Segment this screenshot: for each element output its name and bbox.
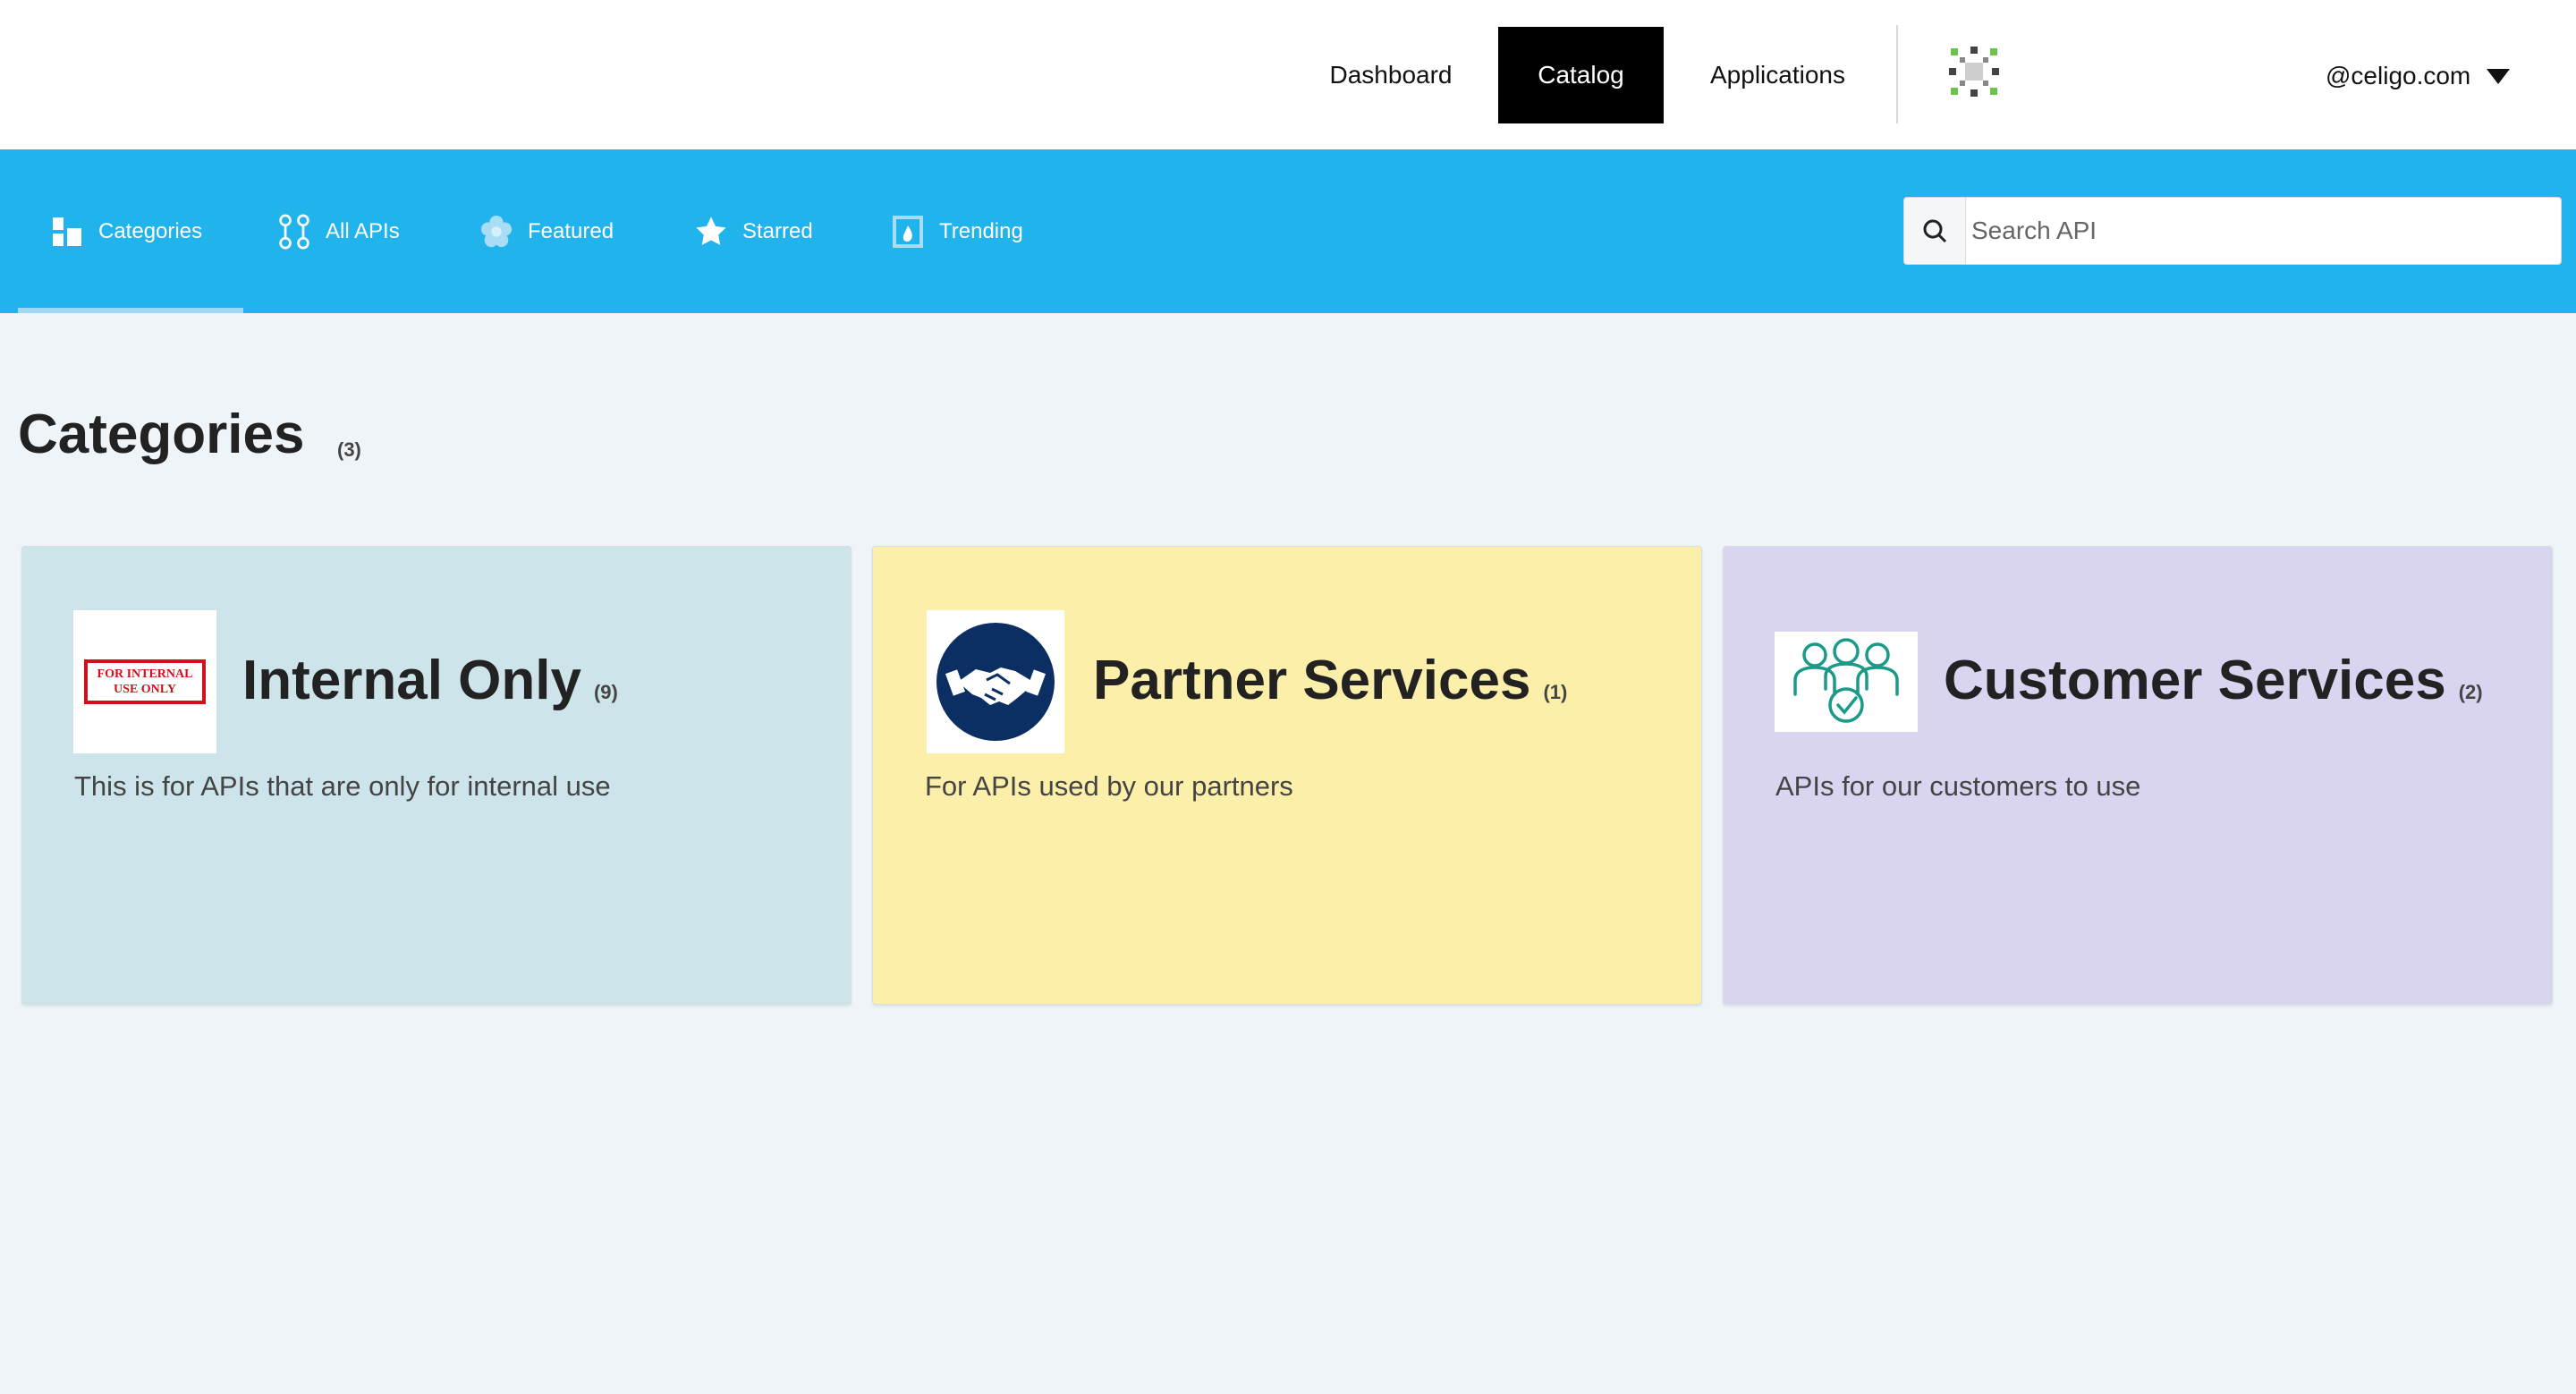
avatar[interactable] [1945,43,2003,100]
search-icon[interactable] [1904,198,1966,264]
all-apis-icon [277,214,311,249]
star-icon [694,215,728,249]
card-title-row: Partner Services (1) [1093,649,1567,712]
card-description: For APIs used by our partners [925,770,1293,802]
category-card-internal-only[interactable]: FOR INTERNAL USE ONLY Internal Only (9) T… [21,546,852,1005]
customers-group-icon [1775,632,1918,732]
nav-catalog[interactable]: Catalog [1498,27,1664,123]
nav-applications[interactable]: Applications [1682,27,1874,123]
card-title: Customer Services [1944,650,2446,711]
active-tab-indicator [18,308,243,313]
categories-icon [50,215,84,249]
card-count: (2) [2458,681,2483,703]
search-box[interactable] [1903,197,2562,265]
tab-categories[interactable]: Categories [50,149,202,313]
chevron-down-icon [2487,68,2511,84]
handshake-icon [927,610,1064,753]
tab-all-apis[interactable]: All APIs [277,149,400,313]
card-title-row: Internal Only (9) [242,649,618,712]
avatar-pattern-icon [1949,47,1999,97]
tab-starred[interactable]: Starred [694,149,813,313]
category-count: (3) [337,438,361,461]
header-divider [1896,25,1898,123]
top-header: Dashboard Catalog Applications @celigo.c… [0,0,2576,149]
card-count: (9) [593,681,618,703]
card-description: APIs for our customers to use [1775,770,2141,802]
card-count: (1) [1543,681,1568,703]
tab-label: Starred [742,218,813,243]
tab-label: Trending [939,218,1023,243]
tab-featured[interactable]: Featured [479,149,614,313]
tab-trending[interactable]: Trending [891,149,1023,313]
internal-use-stamp-icon: FOR INTERNAL USE ONLY [73,610,216,753]
internal-use-stamp: FOR INTERNAL USE ONLY [84,659,206,704]
category-card-partner-services[interactable]: Partner Services (1) For APIs used by our… [872,546,1702,1005]
card-title: Internal Only [242,650,581,711]
user-menu[interactable]: @celigo.com [2326,54,2511,98]
tab-label: Categories [98,218,203,243]
user-email: @celigo.com [2326,62,2471,89]
tab-label: All APIs [326,218,400,243]
card-title-row: Customer Services (2) [1944,649,2483,712]
nav-dashboard[interactable]: Dashboard [1306,27,1476,123]
card-description: This is for APIs that are only for inter… [74,770,611,802]
tab-label: Featured [528,218,614,243]
category-card-customer-services[interactable]: Customer Services (2) APIs for our custom… [1723,546,2553,1005]
search-input[interactable] [1966,216,2546,246]
card-title: Partner Services [1093,650,1531,711]
trending-flame-icon [891,215,925,249]
page-title: Categories [18,404,305,465]
featured-flower-icon [479,215,513,249]
